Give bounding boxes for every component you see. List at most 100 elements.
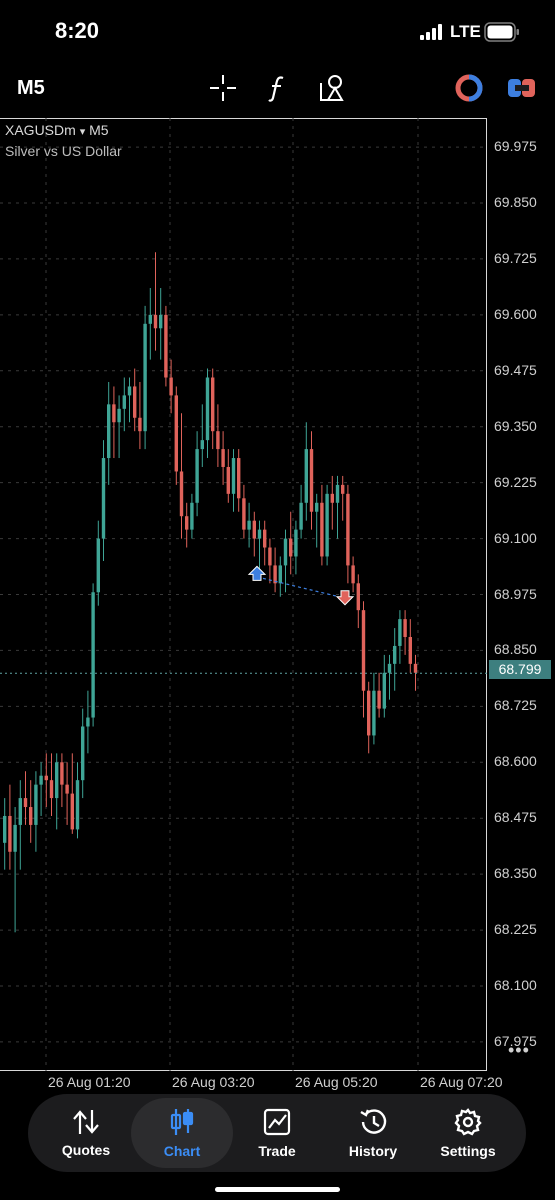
- price-axis-label: 69.100: [494, 529, 537, 546]
- price-axis-label: 69.975: [494, 138, 537, 155]
- candle-body: [185, 516, 189, 530]
- price-axis-label: 69.850: [494, 194, 537, 210]
- candle-body: [283, 538, 288, 566]
- candle-body: [190, 502, 194, 530]
- tab-history[interactable]: History: [323, 1098, 423, 1168]
- candle-body: [13, 824, 17, 852]
- price-axis-label: 69.475: [494, 361, 537, 378]
- candle-body: [393, 645, 397, 664]
- candle-body: [174, 395, 178, 472]
- candle-body: [367, 690, 371, 736]
- candle-body: [346, 493, 350, 566]
- more-options-icon[interactable]: •••: [508, 1040, 530, 1061]
- tab-chart-label: Chart: [163, 1143, 201, 1159]
- price-axis-label: 68.975: [494, 585, 537, 602]
- candle-body: [8, 815, 12, 852]
- candle-body: [398, 619, 402, 646]
- battery-icon: [484, 22, 519, 42]
- candle-body: [112, 404, 116, 423]
- tab-quotes-label: Quotes: [61, 1142, 111, 1158]
- function-icon[interactable]: [262, 72, 294, 104]
- price-axis-label: 68.100: [494, 976, 537, 993]
- candle-body: [377, 690, 381, 709]
- history-icon: [360, 1109, 387, 1134]
- tab-trade-label: Trade: [258, 1143, 296, 1159]
- chart-symbol-header[interactable]: XAGUSDm ▾ M5: [5, 122, 109, 138]
- current-price-tag: 68.799: [489, 660, 551, 679]
- candle-body: [304, 449, 308, 503]
- candle-body: [159, 314, 163, 329]
- candle-body: [39, 775, 43, 785]
- candle-body: [335, 484, 340, 503]
- tab-chart[interactable]: Chart: [131, 1098, 233, 1168]
- candle-body: [361, 610, 366, 691]
- price-axis-label: 68.850: [494, 641, 537, 658]
- candle-body: [81, 726, 85, 781]
- price-axis-label: 68.350: [494, 865, 537, 882]
- timeframe-selector[interactable]: M5: [17, 77, 45, 100]
- tab-settings[interactable]: Settings: [418, 1098, 518, 1168]
- trade-toggle-icon[interactable]: [506, 72, 538, 104]
- price-axis-label: 69.350: [494, 417, 537, 434]
- network-label: LTE: [450, 22, 481, 41]
- sell-marker-icon: [335, 590, 355, 606]
- candle-body: [263, 529, 267, 548]
- symbol-description: Silver vs US Dollar: [5, 143, 122, 159]
- tab-settings-label: Settings: [440, 1143, 496, 1159]
- tab-history-label: History: [348, 1143, 398, 1159]
- candle-body: [18, 798, 22, 825]
- candle-body: [221, 449, 225, 467]
- one-click-trading-icon[interactable]: [453, 72, 485, 104]
- candle-body: [216, 431, 220, 450]
- price-axis-label: 68.600: [494, 753, 537, 770]
- candle-body: [231, 458, 236, 494]
- candle-body: [34, 784, 38, 825]
- price-chart[interactable]: [0, 118, 487, 1071]
- tab-quotes[interactable]: Quotes: [36, 1098, 136, 1168]
- candle-body: [309, 449, 314, 512]
- price-axis-label: 69.600: [494, 305, 537, 322]
- candle-body: [138, 417, 142, 432]
- candle-body: [413, 663, 418, 673]
- price-axis-label: 69.225: [494, 473, 537, 490]
- candle-body: [237, 458, 241, 499]
- candle-body: [148, 314, 152, 324]
- candle-body: [320, 502, 324, 557]
- chart-timeframe: M5: [89, 122, 109, 138]
- candle-body: [65, 784, 69, 794]
- signal-icon: [420, 24, 442, 40]
- time-axis-label: 26 Aug 01:20: [48, 1074, 131, 1090]
- symbol-dropdown-icon[interactable]: ▾: [80, 126, 86, 138]
- price-axis-label: 68.225: [494, 921, 537, 938]
- candle-body: [44, 775, 48, 781]
- candle-body: [325, 493, 329, 557]
- candle-body: [101, 458, 106, 539]
- candle-body: [200, 440, 204, 450]
- candle-body: [351, 565, 355, 584]
- candle-body: [195, 449, 199, 503]
- candle-body: [252, 520, 256, 539]
- candle-body: [70, 793, 74, 830]
- time-axis-label: 26 Aug 05:20: [295, 1074, 378, 1090]
- status-time: 8:20: [55, 18, 100, 43]
- candle-body: [49, 780, 54, 799]
- chart-icon: [170, 1109, 194, 1135]
- crosshair-icon[interactable]: [207, 72, 239, 104]
- candle-body: [273, 565, 277, 584]
- candle-body: [299, 502, 303, 530]
- candle-body: [242, 498, 246, 530]
- candle-body: [278, 565, 282, 584]
- candle-body: [387, 663, 392, 673]
- quotes-icon: [73, 1110, 99, 1134]
- candle-body: [330, 493, 334, 503]
- candle-body: [60, 762, 64, 785]
- candle-body: [247, 520, 251, 530]
- candle-body: [164, 314, 168, 378]
- objects-icon[interactable]: [316, 72, 348, 104]
- buy-marker-icon: [247, 565, 267, 581]
- tab-trade[interactable]: Trade: [227, 1098, 327, 1168]
- trade-icon: [263, 1108, 291, 1136]
- candle-body: [403, 619, 407, 638]
- candle-body: [257, 529, 262, 539]
- candle-body: [205, 377, 210, 441]
